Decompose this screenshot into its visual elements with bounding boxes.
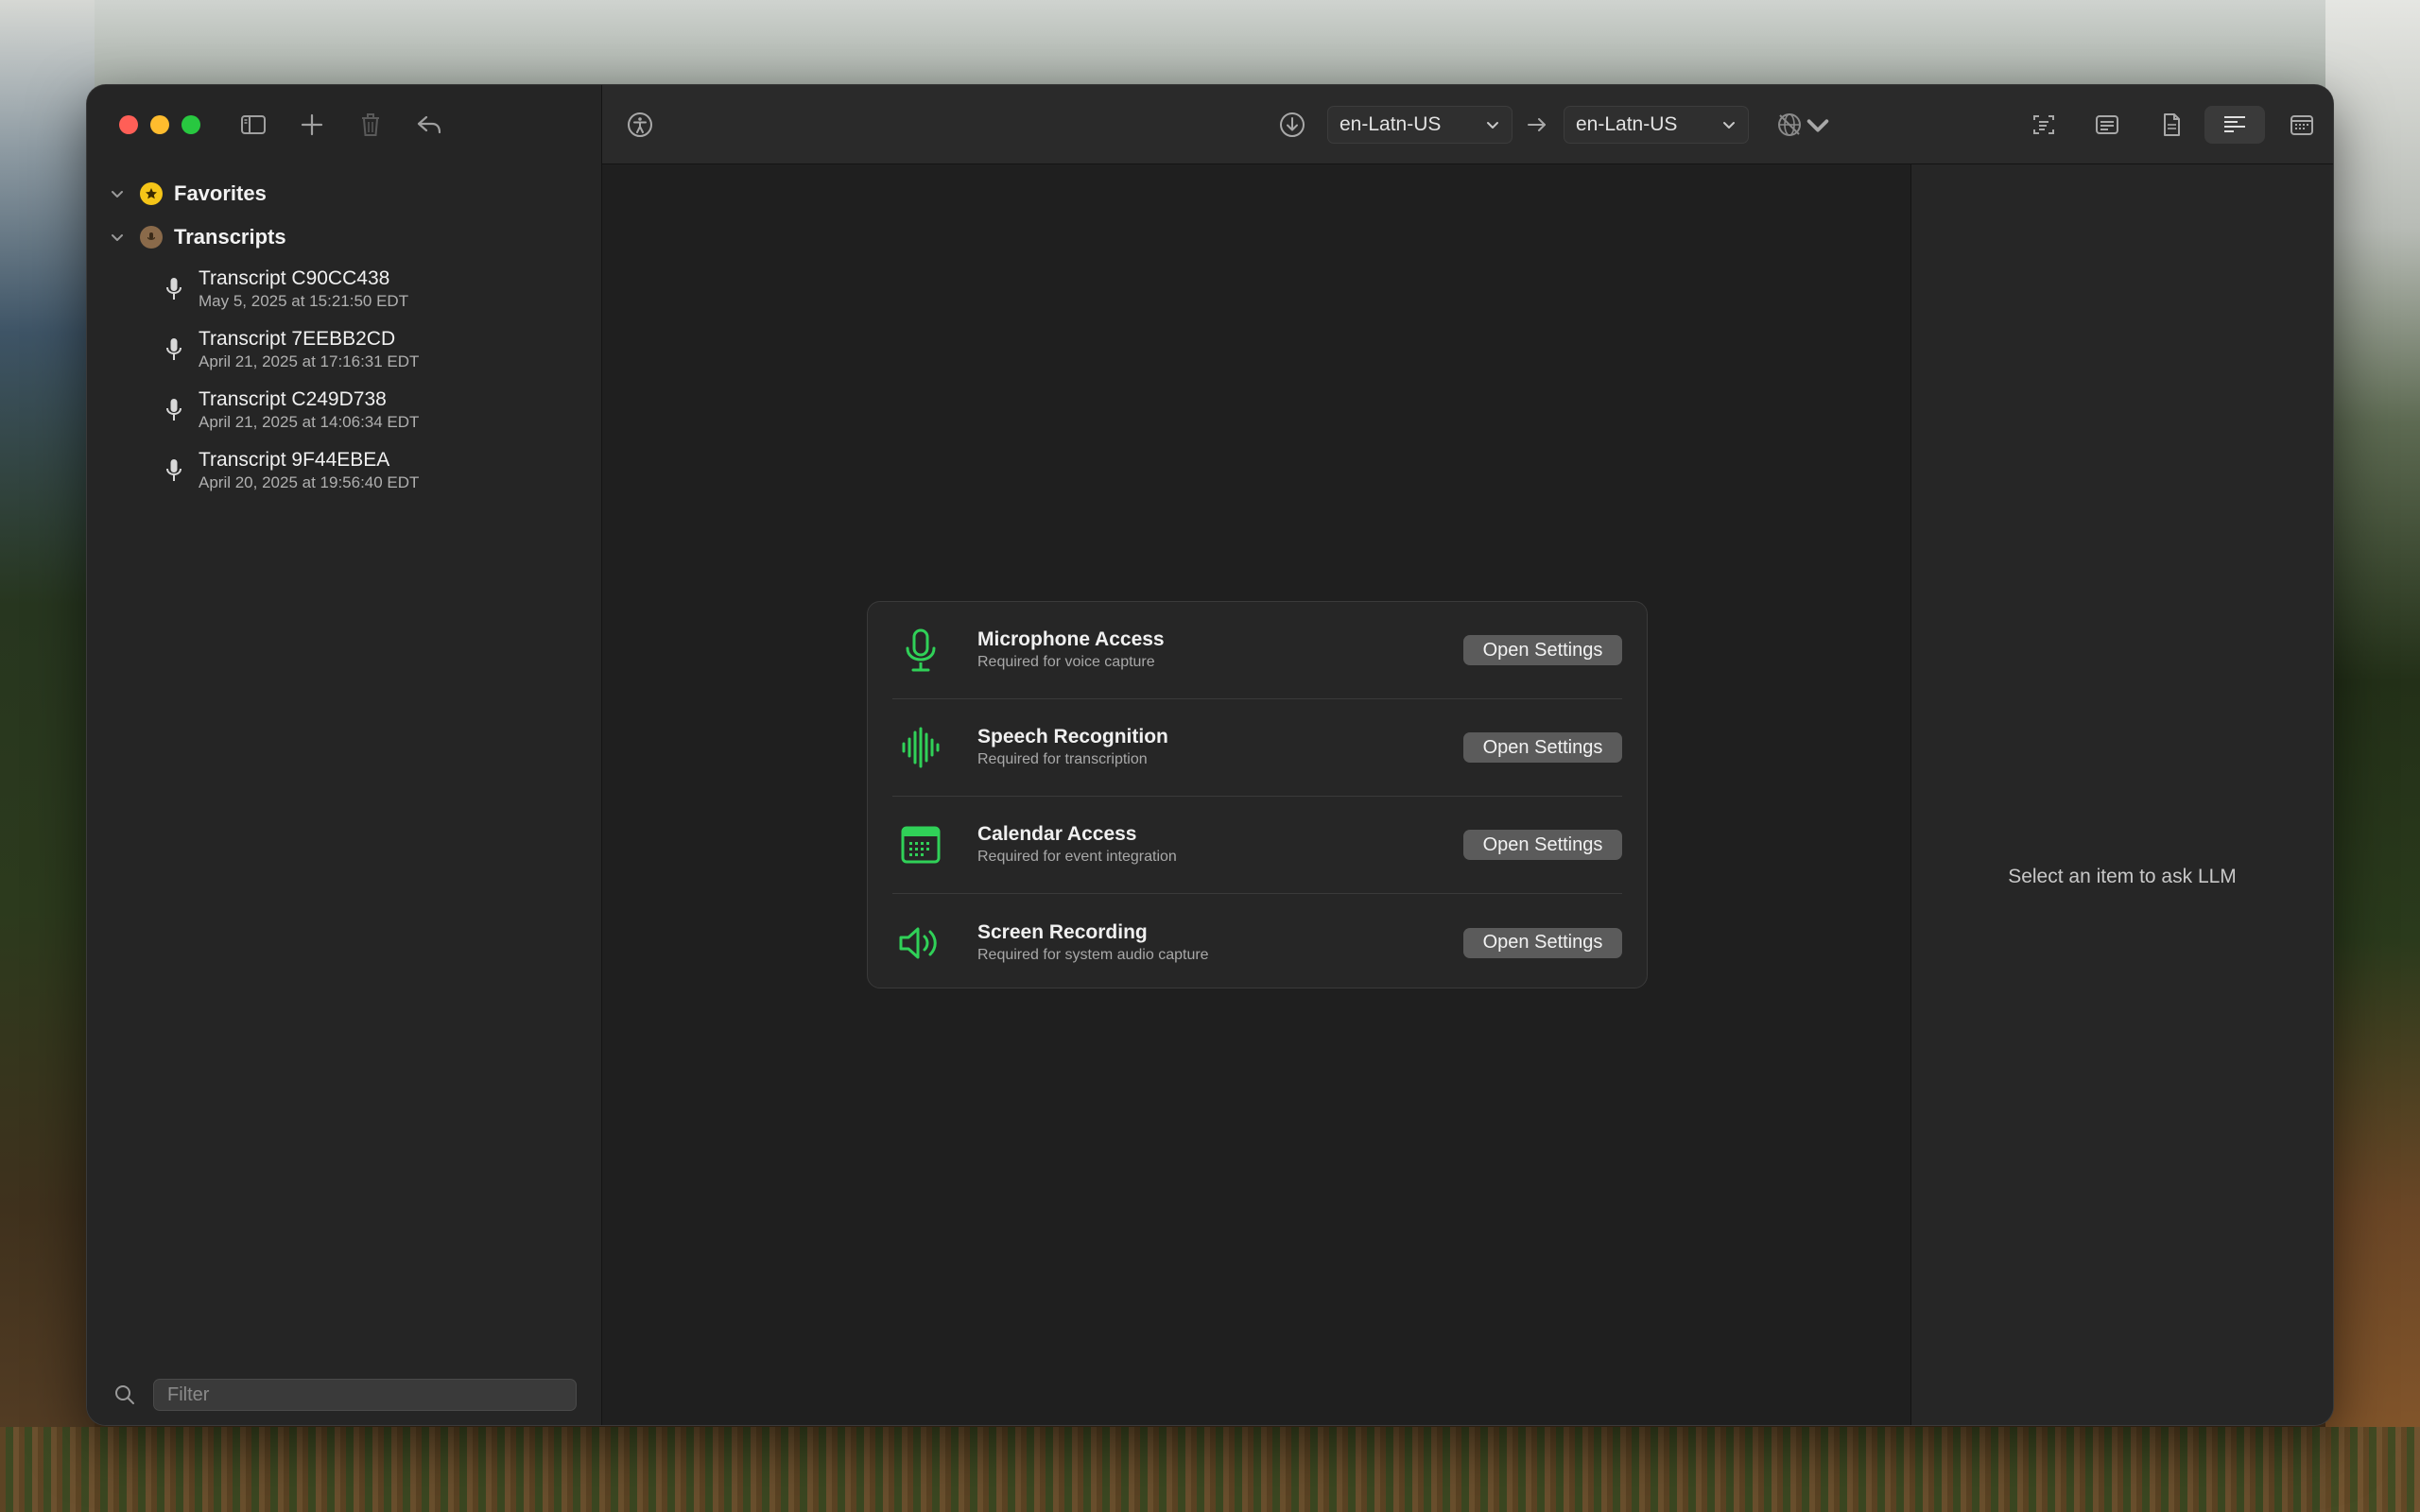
- sidebar-toolbar: [238, 110, 444, 140]
- summary-view-button[interactable]: [2088, 106, 2126, 144]
- open-settings-button[interactable]: Open Settings: [1463, 927, 1622, 958]
- filter-input[interactable]: [153, 1379, 577, 1411]
- source-locale-value: en-Latn-US: [1340, 113, 1442, 135]
- viewfinder-icon: [2033, 115, 2054, 134]
- permission-title: Speech Recognition: [977, 726, 1168, 747]
- permission-subtitle: Required for event integration: [977, 849, 1177, 865]
- transcript-title: Transcript 7EEBB2CD: [199, 328, 396, 350]
- microphone-icon: [892, 622, 949, 679]
- minimize-window-button[interactable]: [150, 115, 169, 134]
- plus-icon: [301, 113, 323, 136]
- llm-placeholder-text: Select an item to ask LLM: [2008, 866, 2237, 887]
- reply-button[interactable]: [414, 110, 444, 140]
- sidebar-section-label: Favorites: [174, 181, 267, 205]
- transcript-date: April 21, 2025 at 17:16:31 EDT: [199, 352, 420, 370]
- transcript-list-item[interactable]: Transcript C249D738 April 21, 2025 at 14…: [87, 380, 602, 440]
- text-align-icon: [2224, 116, 2245, 132]
- desktop-background-bottom: [0, 1427, 2420, 1512]
- sidebar-icon: [241, 115, 266, 134]
- permission-row-calendar: Calendar Access Required for event integ…: [892, 797, 1622, 894]
- permission-subtitle: Required for transcription: [977, 751, 1148, 767]
- permission-row-screen-recording: Screen Recording Required for system aud…: [892, 894, 1622, 991]
- transcript-date: April 21, 2025 at 14:06:34 EDT: [199, 413, 420, 431]
- document-icon: [2164, 113, 2180, 136]
- zoom-window-button[interactable]: [182, 115, 200, 134]
- transcript-title: Transcript C249D738: [199, 388, 387, 410]
- permission-subtitle: Required for voice capture: [977, 654, 1155, 670]
- accessibility-button[interactable]: [621, 106, 659, 144]
- transcript-title: Transcript C90CC438: [199, 267, 390, 289]
- sidebar-tree: Favorites Transcripts Transcript C90CC43…: [87, 172, 602, 501]
- window-controls: [119, 115, 200, 134]
- permission-title: Screen Recording: [977, 920, 1148, 943]
- calendar-view-button[interactable]: [2283, 106, 2321, 144]
- transcript-list-item[interactable]: Transcript 7EEBB2CD April 21, 2025 at 17…: [87, 319, 602, 380]
- star-icon: [140, 182, 163, 205]
- sidebar-section-favorites[interactable]: Favorites: [87, 172, 602, 215]
- target-locale-value: en-Latn-US: [1576, 113, 1678, 135]
- permission-row-microphone: Microphone Access Required for voice cap…: [892, 602, 1622, 699]
- permission-subtitle: Required for system audio capture: [977, 946, 1209, 963]
- transcript-date: April 20, 2025 at 19:56:40 EDT: [199, 473, 420, 491]
- calendar-icon: [892, 816, 949, 873]
- translation-globe-menu[interactable]: [1770, 106, 1838, 144]
- open-settings-button[interactable]: Open Settings: [1463, 635, 1622, 665]
- permission-title: Calendar Access: [977, 823, 1137, 845]
- desktop-background-right: [2325, 0, 2420, 1512]
- target-locale-select[interactable]: en-Latn-US: [1564, 106, 1749, 144]
- document-view-button[interactable]: [2152, 106, 2190, 144]
- transcript-date: May 5, 2025 at 15:21:50 EDT: [199, 292, 409, 310]
- delete-button[interactable]: [355, 110, 386, 140]
- transcript-title: Transcript 9F44EBEA: [199, 449, 390, 471]
- toggle-sidebar-button[interactable]: [238, 110, 268, 140]
- permissions-card: Microphone Access Required for voice cap…: [867, 601, 1648, 988]
- text-box-icon: [2096, 115, 2118, 134]
- desktop-background: [0, 0, 95, 1512]
- transcript-view-button[interactable]: [2204, 106, 2265, 144]
- app-window: Favorites Transcripts Transcript C90CC43…: [87, 85, 2333, 1425]
- transcript-list-item[interactable]: Transcript C90CC438 May 5, 2025 at 15:21…: [87, 259, 602, 319]
- permission-row-speech: Speech Recognition Required for transcri…: [892, 699, 1622, 797]
- chevron-down-icon: [1723, 122, 1735, 129]
- waveform-icon: [892, 719, 949, 776]
- speaker-icon: [892, 915, 949, 971]
- permission-title: Microphone Access: [977, 628, 1165, 650]
- main-toolbar: en-Latn-US en-Latn-US: [602, 85, 2333, 164]
- sidebar-section-transcripts[interactable]: Transcripts: [87, 215, 602, 259]
- transcript-list-item[interactable]: Transcript 9F44EBEA April 20, 2025 at 19…: [87, 440, 602, 501]
- chevron-down-icon[interactable]: [106, 182, 129, 205]
- microphone-icon: [163, 274, 185, 304]
- microphone-icon: [163, 335, 185, 365]
- reply-icon: [417, 115, 441, 134]
- sidebar: Favorites Transcripts Transcript C90CC43…: [87, 85, 602, 1425]
- filter-bar: [113, 1378, 586, 1412]
- source-locale-select[interactable]: en-Latn-US: [1327, 106, 1512, 144]
- llm-panel: Select an item to ask LLM: [1910, 164, 2333, 1425]
- download-circle-icon: [1280, 112, 1305, 137]
- download-model-button[interactable]: [1273, 106, 1311, 144]
- globe-slash-icon: [1778, 113, 1801, 136]
- accessibility-icon: [628, 112, 652, 137]
- close-window-button[interactable]: [119, 115, 138, 134]
- open-settings-button[interactable]: Open Settings: [1463, 732, 1622, 763]
- chevron-down-icon[interactable]: [106, 226, 129, 249]
- trash-icon: [362, 113, 379, 136]
- sidebar-section-label: Transcripts: [174, 225, 286, 249]
- microphone-icon: [163, 455, 185, 486]
- chevron-down-icon: [1487, 122, 1498, 129]
- translate-arrow: [1518, 106, 1556, 144]
- microphone-icon: [163, 395, 185, 425]
- search-icon: [115, 1385, 134, 1404]
- capture-button[interactable]: [2025, 106, 2063, 144]
- open-settings-button[interactable]: Open Settings: [1463, 830, 1622, 860]
- arrow-right-icon: [1528, 118, 1546, 131]
- main-content: Microphone Access Required for voice cap…: [602, 164, 1910, 1425]
- new-transcript-button[interactable]: [297, 110, 327, 140]
- chevron-down-icon: [1806, 119, 1829, 132]
- calendar-icon: [2290, 115, 2313, 135]
- transcripts-folder-icon: [140, 226, 163, 249]
